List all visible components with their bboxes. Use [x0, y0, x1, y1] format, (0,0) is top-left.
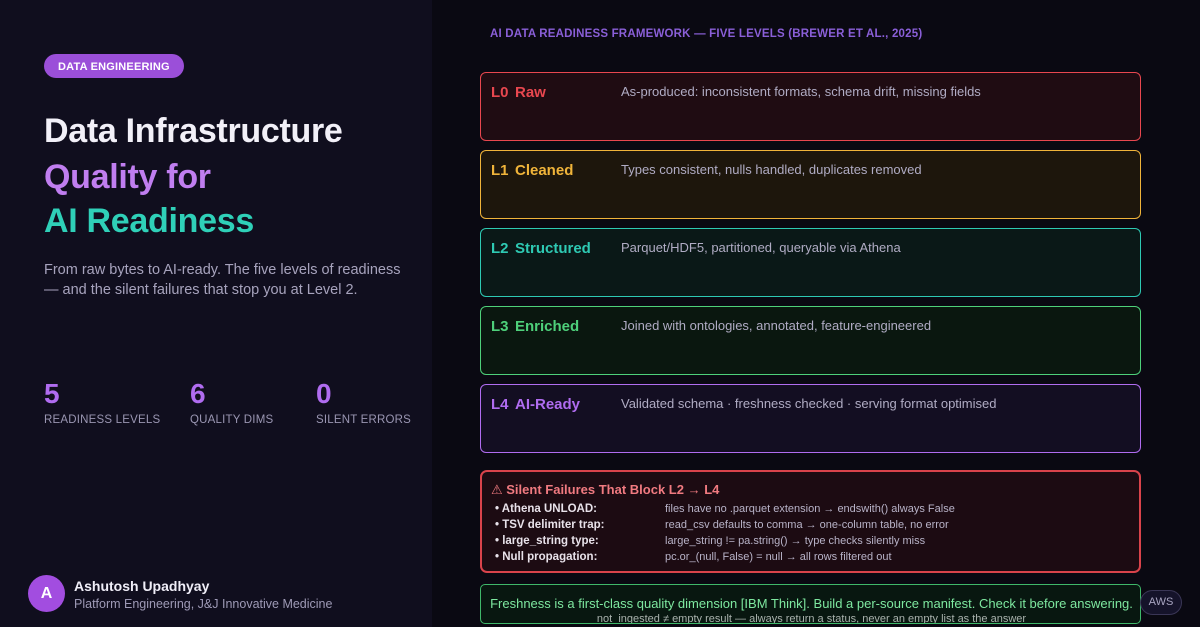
failure-key: • Athena UNLOAD: [495, 503, 597, 515]
left-panel: DATA ENGINEERING Data Infrastructure Qua… [0, 0, 432, 627]
level-card-l4: L4 AI-Ready Validated schema · freshness c… [480, 384, 1141, 453]
failure-key: • large_string type: [495, 535, 599, 547]
failure-value: pc.or_(null, False) = null → all rows fi… [665, 551, 892, 563]
stat-silent-errors: 0 SILENT ERRORS [316, 376, 411, 426]
level-code: L4 [491, 396, 509, 413]
level-code: L2 [491, 240, 509, 257]
freshness-line-2: not_ingested ≠ empty result — always ret… [596, 613, 1027, 624]
category-badge: DATA ENGINEERING [44, 54, 184, 78]
stat-label: QUALITY DIMS [190, 414, 274, 426]
hero-description: From raw bytes to AI-ready. The five lev… [44, 262, 401, 298]
level-description: As-produced: inconsistent formats, schem… [621, 84, 981, 99]
level-description: Parquet/HDF5, partitioned, queryable via… [621, 240, 901, 255]
author-role: Platform Engineering, J&J Innovative Med… [74, 597, 333, 611]
level-description: Joined with ontologies, annotated, featu… [621, 318, 932, 333]
failure-value: read_csv defaults to comma → one-column … [665, 519, 949, 531]
level-card-l3: L3 Enriched Joined with ontologies, annota… [480, 306, 1141, 375]
freshness-line-1: Freshness is a first-class quality dimen… [490, 596, 1133, 611]
stat-readiness-levels: 5 READINESS LEVELS [44, 376, 160, 426]
failure-key: • Null propagation: [495, 551, 598, 563]
level-name: Structured [515, 240, 591, 257]
level-name: Enriched [515, 318, 580, 335]
stat-value: 5 [44, 378, 60, 409]
silent-failures-box: ⚠ Silent Failures That Block L2 → L4 • A… [480, 470, 1141, 573]
stat-label: SILENT ERRORS [316, 414, 412, 426]
level-card-l0: L0 Raw As-produced: inconsistent formats, … [480, 72, 1141, 141]
level-description: Validated schema · freshness checked · s… [621, 396, 997, 411]
failure-value: large_string != pa.string() → type check… [665, 535, 926, 547]
level-description: Types consistent, nulls handled, duplica… [621, 162, 922, 177]
level-code: L0 [491, 84, 509, 101]
level-name: Cleaned [515, 162, 574, 179]
level-name: Raw [515, 84, 546, 101]
level-card-l2: L2 Structured Parquet/HDF5, partitioned, q… [480, 228, 1141, 297]
freshness-callout: Freshness is a first-class quality dimen… [480, 584, 1141, 624]
level-code: L3 [491, 318, 509, 335]
title-line-3: AI Readiness [44, 202, 254, 240]
stat-value: 0 [316, 378, 332, 409]
stat-label: READINESS LEVELS [44, 414, 161, 426]
avatar: A [28, 575, 65, 612]
level-code: L1 [491, 162, 509, 179]
author-name: Ashutosh Upadhyay [74, 578, 210, 594]
level-name: AI-Ready [515, 396, 581, 413]
stat-quality-dims: 6 QUALITY DIMS [190, 376, 273, 426]
aws-tag: AWS [1140, 590, 1182, 615]
failure-key: • TSV delimiter trap: [495, 519, 605, 531]
failure-value: files have no .parquet extension → endsw… [665, 503, 955, 515]
framework-title: AI DATA READINESS FRAMEWORK — FIVE LEVEL… [490, 28, 923, 40]
silent-failures-heading: ⚠ Silent Failures That Block L2 → L4 [491, 482, 720, 497]
title-line-2: Quality for [44, 158, 211, 196]
title-line-1: Data Infrastructure [44, 112, 343, 150]
stat-value: 6 [190, 378, 206, 409]
level-card-l1: L1 Cleaned Types consistent, nulls handled… [480, 150, 1141, 219]
